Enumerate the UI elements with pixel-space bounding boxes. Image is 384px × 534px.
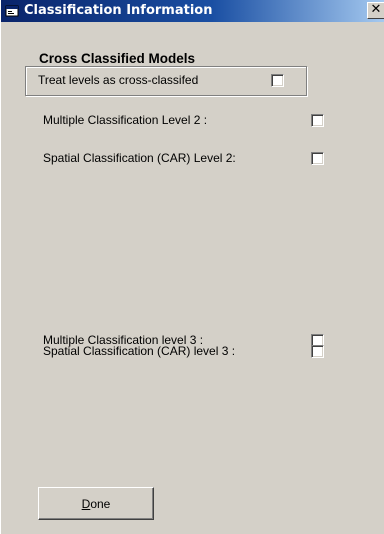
multiple-classification-level2-checkbox[interactable] <box>311 114 324 127</box>
spatial-classification-level3-label: Spatial Classification (CAR) level 3 : <box>43 344 236 358</box>
spatial-classification-level3-checkbox[interactable] <box>311 345 324 358</box>
done-button-mnemonic: D <box>81 496 91 511</box>
done-button[interactable]: Done <box>38 487 154 520</box>
classification-information-window: Classification Information ✕ Cross Class… <box>0 0 384 534</box>
close-button[interactable]: ✕ <box>367 2 384 19</box>
window-app-icon <box>5 5 19 17</box>
spatial-classification-level2-label: Spatial Classification (CAR) Level 2: <box>43 151 236 165</box>
title-bar[interactable]: Classification Information ✕ <box>1 0 384 22</box>
done-button-label: one <box>90 496 111 511</box>
spatial-classification-level2-checkbox[interactable] <box>311 152 324 165</box>
cross-classified-group-title: Cross Classified Models <box>37 51 198 66</box>
window-title: Classification Information <box>24 3 213 18</box>
close-icon: ✕ <box>370 2 382 17</box>
multiple-classification-level2-label: Multiple Classification Level 2 : <box>43 113 208 127</box>
treat-levels-checkbox[interactable] <box>271 74 284 87</box>
treat-levels-label: Treat levels as cross-classifed <box>38 73 199 87</box>
